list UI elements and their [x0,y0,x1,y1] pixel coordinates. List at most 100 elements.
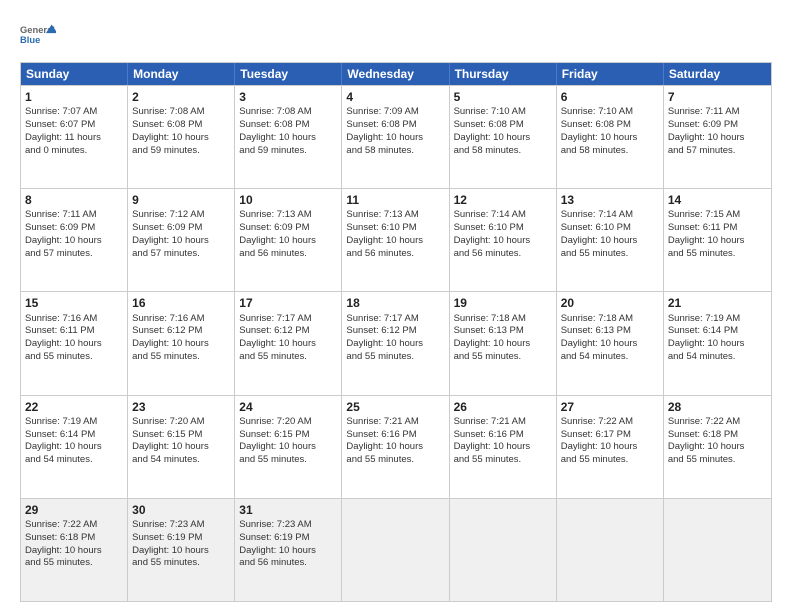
cal-cell-5-4 [450,499,557,601]
day-info-line: Sunset: 6:15 PM [132,429,230,442]
day-info-line: Daylight: 10 hours [239,545,337,558]
day-number: 10 [239,192,337,208]
day-info-line: Sunrise: 7:09 AM [346,106,444,119]
day-info-line: and 55 minutes. [668,248,767,261]
day-info-line: and 55 minutes. [25,557,123,570]
day-info-line: and 55 minutes. [239,454,337,467]
week-row-5: 29Sunrise: 7:22 AMSunset: 6:18 PMDayligh… [21,498,771,601]
day-info-line: Sunset: 6:08 PM [454,119,552,132]
cal-cell-4-1: 23Sunrise: 7:20 AMSunset: 6:15 PMDayligh… [128,396,235,498]
logo: General Blue [20,18,56,54]
day-info-line: and 55 minutes. [454,454,552,467]
day-info-line: Sunrise: 7:17 AM [346,313,444,326]
day-info-line: Daylight: 10 hours [561,132,659,145]
day-info-line: Daylight: 10 hours [454,235,552,248]
cal-cell-5-2: 31Sunrise: 7:23 AMSunset: 6:19 PMDayligh… [235,499,342,601]
day-number: 16 [132,295,230,311]
day-info-line: Sunset: 6:13 PM [561,325,659,338]
cal-cell-3-5: 20Sunrise: 7:18 AMSunset: 6:13 PMDayligh… [557,292,664,394]
cal-cell-4-6: 28Sunrise: 7:22 AMSunset: 6:18 PMDayligh… [664,396,771,498]
cal-cell-1-6: 7Sunrise: 7:11 AMSunset: 6:09 PMDaylight… [664,86,771,188]
day-info-line: and 57 minutes. [132,248,230,261]
day-info-line: Sunrise: 7:18 AM [561,313,659,326]
day-number: 21 [668,295,767,311]
day-info-line: Daylight: 10 hours [668,132,767,145]
header-tuesday: Tuesday [235,63,342,85]
day-info-line: Sunset: 6:18 PM [668,429,767,442]
day-info-line: Daylight: 10 hours [561,441,659,454]
day-info-line: Daylight: 10 hours [239,132,337,145]
day-info-line: Sunrise: 7:21 AM [454,416,552,429]
day-info-line: Sunrise: 7:08 AM [239,106,337,119]
day-number: 26 [454,399,552,415]
day-number: 27 [561,399,659,415]
day-info-line: Sunrise: 7:11 AM [25,209,123,222]
cal-cell-1-1: 2Sunrise: 7:08 AMSunset: 6:08 PMDaylight… [128,86,235,188]
cal-cell-2-2: 10Sunrise: 7:13 AMSunset: 6:09 PMDayligh… [235,189,342,291]
day-info-line: Sunrise: 7:16 AM [25,313,123,326]
header-friday: Friday [557,63,664,85]
day-number: 12 [454,192,552,208]
day-info-line: Sunset: 6:08 PM [561,119,659,132]
day-number: 13 [561,192,659,208]
day-info-line: Daylight: 10 hours [561,235,659,248]
cal-cell-5-5 [557,499,664,601]
day-info-line: Sunrise: 7:22 AM [668,416,767,429]
day-info-line: Sunrise: 7:12 AM [132,209,230,222]
day-info-line: Sunrise: 7:21 AM [346,416,444,429]
day-number: 30 [132,502,230,518]
day-number: 17 [239,295,337,311]
day-info-line: Sunrise: 7:13 AM [346,209,444,222]
day-info-line: Daylight: 10 hours [561,338,659,351]
day-info-line: Sunset: 6:14 PM [25,429,123,442]
day-info-line: Sunrise: 7:19 AM [25,416,123,429]
day-info-line: and 56 minutes. [239,248,337,261]
day-info-line: Sunset: 6:11 PM [668,222,767,235]
cal-cell-4-2: 24Sunrise: 7:20 AMSunset: 6:15 PMDayligh… [235,396,342,498]
day-info-line: and 54 minutes. [668,351,767,364]
day-info-line: Sunset: 6:08 PM [132,119,230,132]
day-info-line: Sunset: 6:12 PM [346,325,444,338]
header: General Blue [20,18,772,54]
day-info-line: and 58 minutes. [346,145,444,158]
day-info-line: and 56 minutes. [239,557,337,570]
cal-cell-5-6 [664,499,771,601]
cal-cell-2-6: 14Sunrise: 7:15 AMSunset: 6:11 PMDayligh… [664,189,771,291]
day-info-line: Sunset: 6:08 PM [239,119,337,132]
day-info-line: Daylight: 10 hours [346,132,444,145]
calendar-header: SundayMondayTuesdayWednesdayThursdayFrid… [21,63,771,85]
day-info-line: Daylight: 10 hours [132,235,230,248]
header-saturday: Saturday [664,63,771,85]
day-number: 24 [239,399,337,415]
week-row-3: 15Sunrise: 7:16 AMSunset: 6:11 PMDayligh… [21,291,771,394]
day-info-line: Sunrise: 7:08 AM [132,106,230,119]
day-number: 25 [346,399,444,415]
cal-cell-2-3: 11Sunrise: 7:13 AMSunset: 6:10 PMDayligh… [342,189,449,291]
day-info-line: and 56 minutes. [454,248,552,261]
svg-text:Blue: Blue [20,35,40,45]
day-info-line: Daylight: 11 hours [25,132,123,145]
calendar: SundayMondayTuesdayWednesdayThursdayFrid… [20,62,772,602]
cal-cell-3-3: 18Sunrise: 7:17 AMSunset: 6:12 PMDayligh… [342,292,449,394]
day-info-line: Daylight: 10 hours [454,338,552,351]
day-info-line: Daylight: 10 hours [132,132,230,145]
day-info-line: Sunrise: 7:18 AM [454,313,552,326]
day-info-line: Sunrise: 7:10 AM [561,106,659,119]
day-info-line: Sunrise: 7:20 AM [239,416,337,429]
day-info-line: and 55 minutes. [346,454,444,467]
cal-cell-2-4: 12Sunrise: 7:14 AMSunset: 6:10 PMDayligh… [450,189,557,291]
day-info-line: Sunrise: 7:17 AM [239,313,337,326]
day-number: 14 [668,192,767,208]
header-wednesday: Wednesday [342,63,449,85]
day-info-line: Sunset: 6:17 PM [561,429,659,442]
cal-cell-4-3: 25Sunrise: 7:21 AMSunset: 6:16 PMDayligh… [342,396,449,498]
day-info-line: and 55 minutes. [239,351,337,364]
cal-cell-4-5: 27Sunrise: 7:22 AMSunset: 6:17 PMDayligh… [557,396,664,498]
day-number: 28 [668,399,767,415]
day-info-line: Sunset: 6:10 PM [454,222,552,235]
day-info-line: and 0 minutes. [25,145,123,158]
day-info-line: Sunrise: 7:19 AM [668,313,767,326]
day-info-line: Daylight: 10 hours [668,235,767,248]
week-row-4: 22Sunrise: 7:19 AMSunset: 6:14 PMDayligh… [21,395,771,498]
cal-cell-1-2: 3Sunrise: 7:08 AMSunset: 6:08 PMDaylight… [235,86,342,188]
